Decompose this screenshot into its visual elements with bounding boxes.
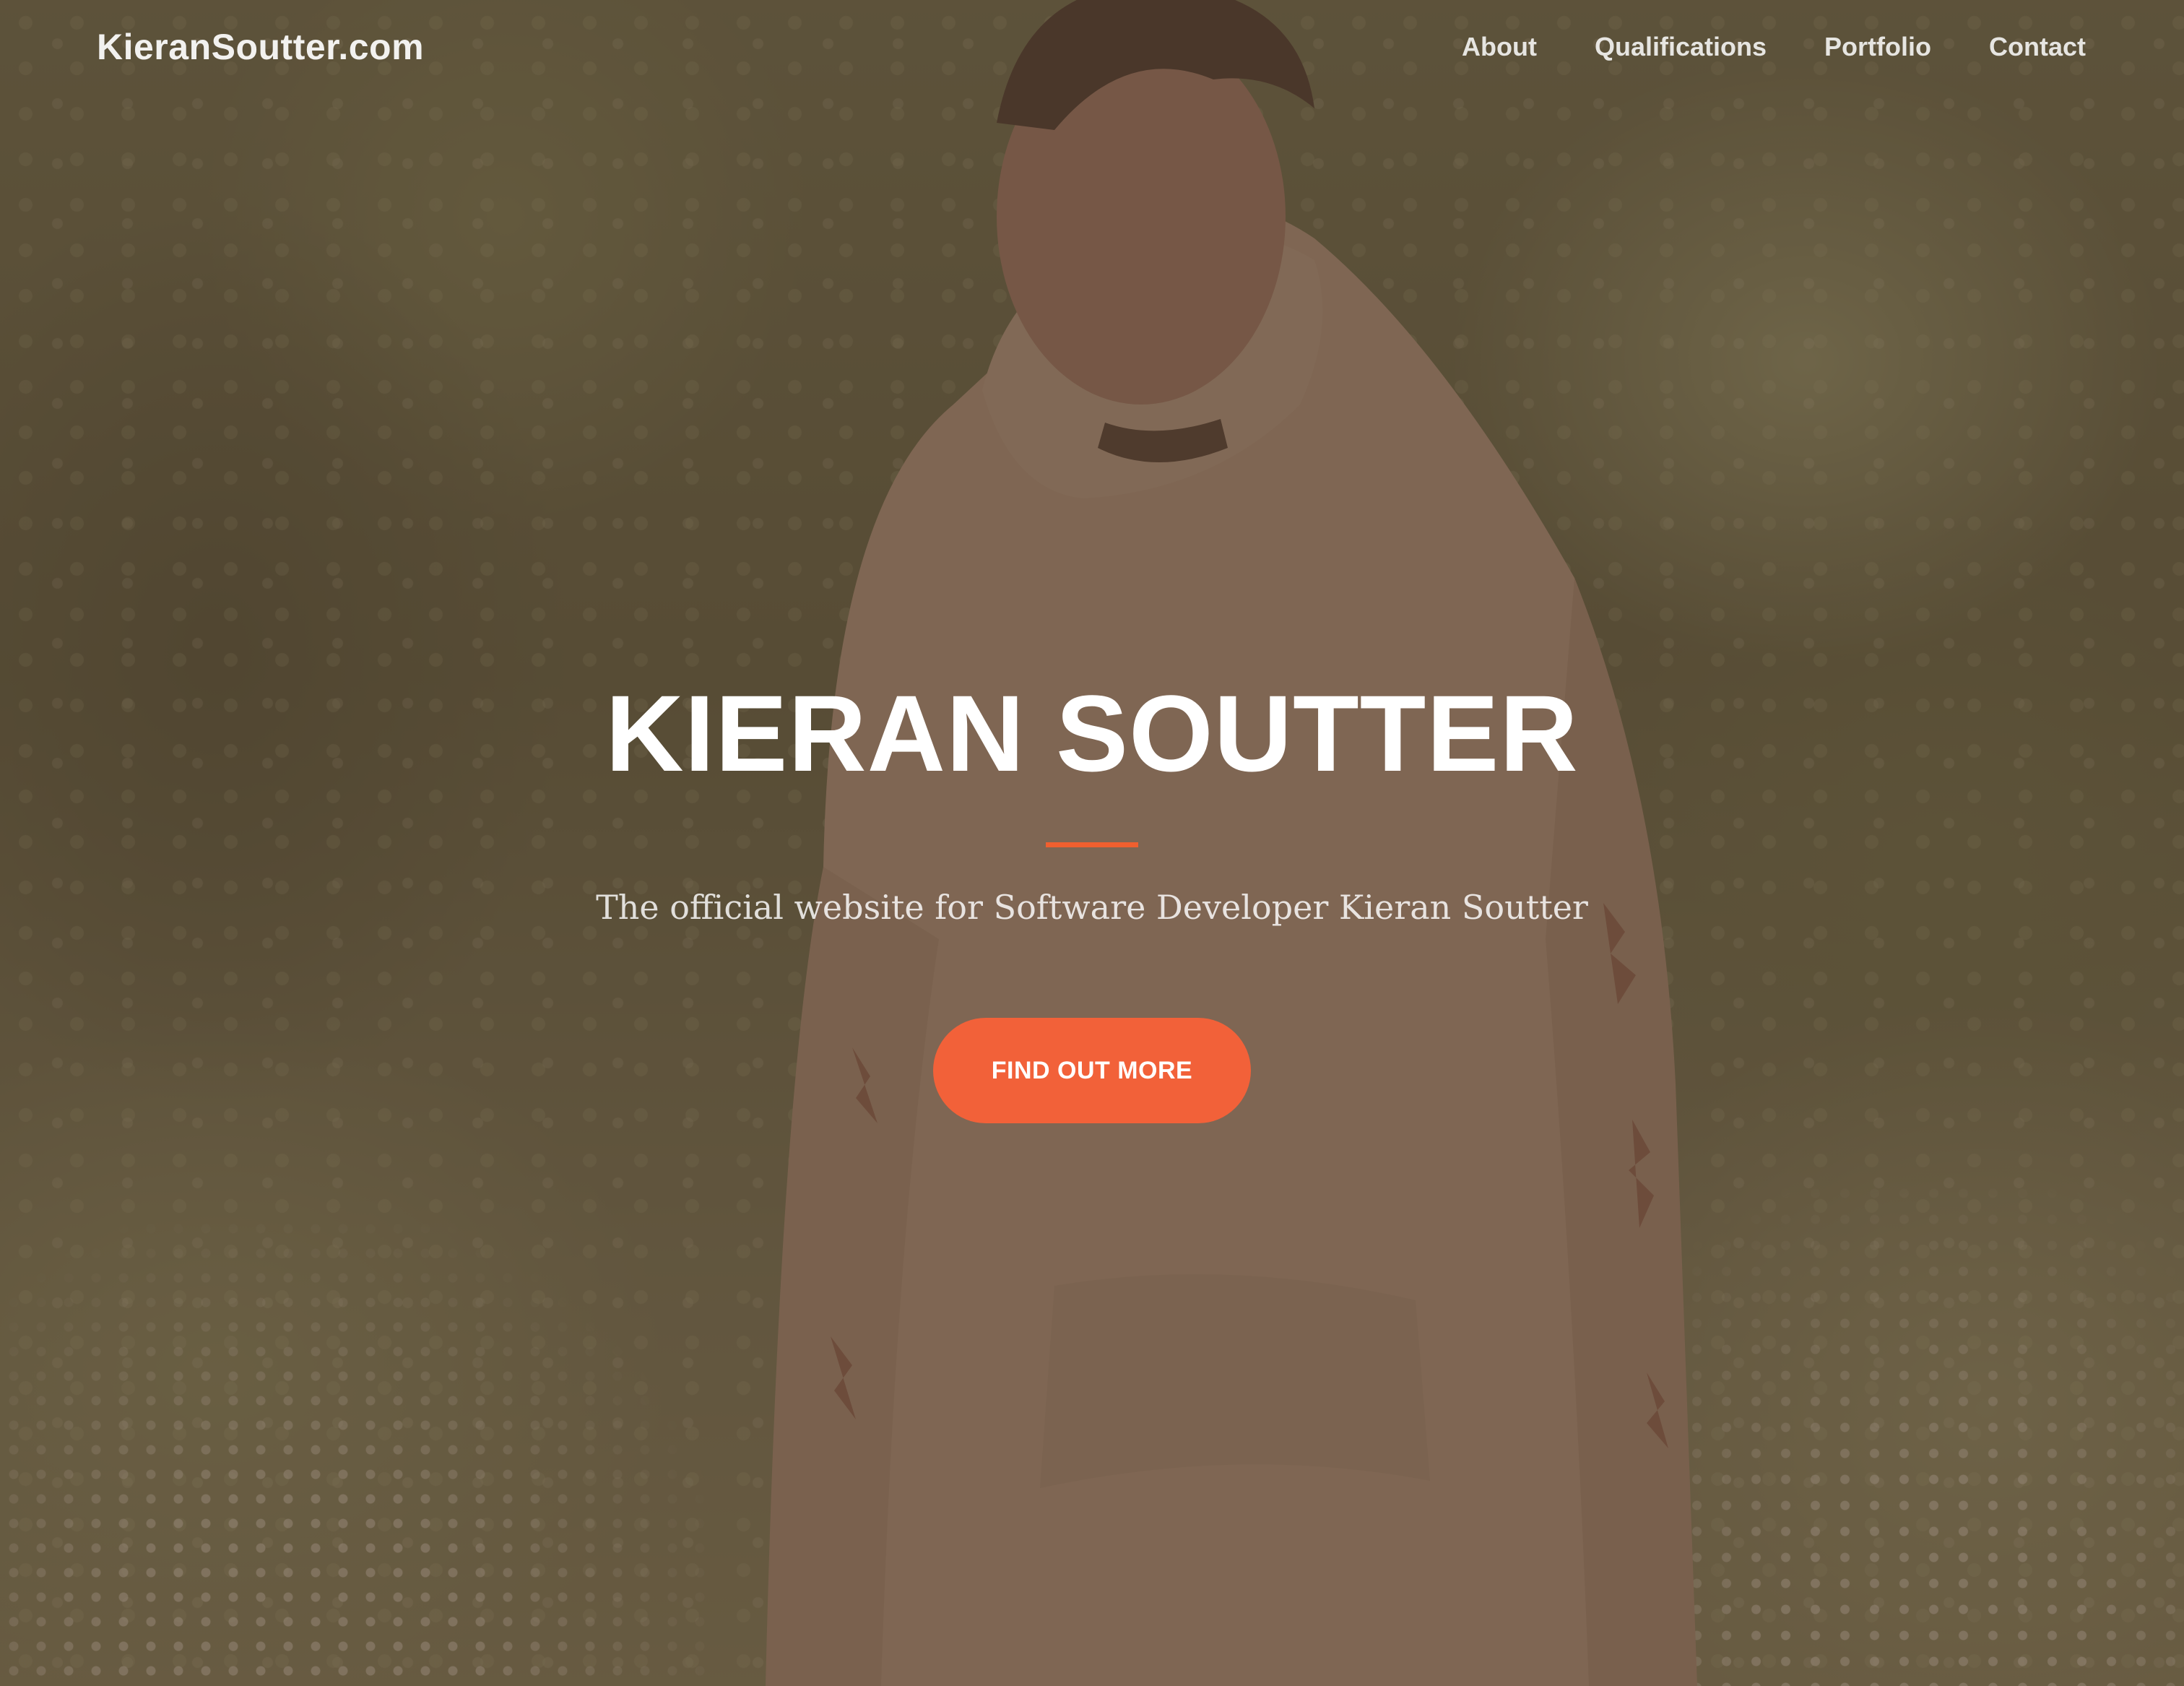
nav-link-about[interactable]: About	[1462, 32, 1537, 62]
nav-link-contact[interactable]: Contact	[1989, 32, 2086, 62]
top-navbar: KieranSoutter.com About Qualifications P…	[0, 0, 2184, 94]
hero-content: KIERAN SOUTTER The official website for …	[0, 679, 2184, 1123]
find-out-more-button[interactable]: FIND OUT MORE	[933, 1018, 1251, 1123]
hero-title: KIERAN SOUTTER	[605, 673, 1579, 794]
title-divider	[1046, 842, 1138, 847]
hero-subtitle: The official website for Software Develo…	[596, 888, 1588, 927]
nav-link-portfolio[interactable]: Portfolio	[1824, 32, 1931, 62]
brand-link[interactable]: KieranSoutter.com	[97, 26, 424, 68]
nav-link-qualifications[interactable]: Qualifications	[1595, 32, 1767, 62]
nav-links: About Qualifications Portfolio Contact	[1462, 32, 2086, 62]
